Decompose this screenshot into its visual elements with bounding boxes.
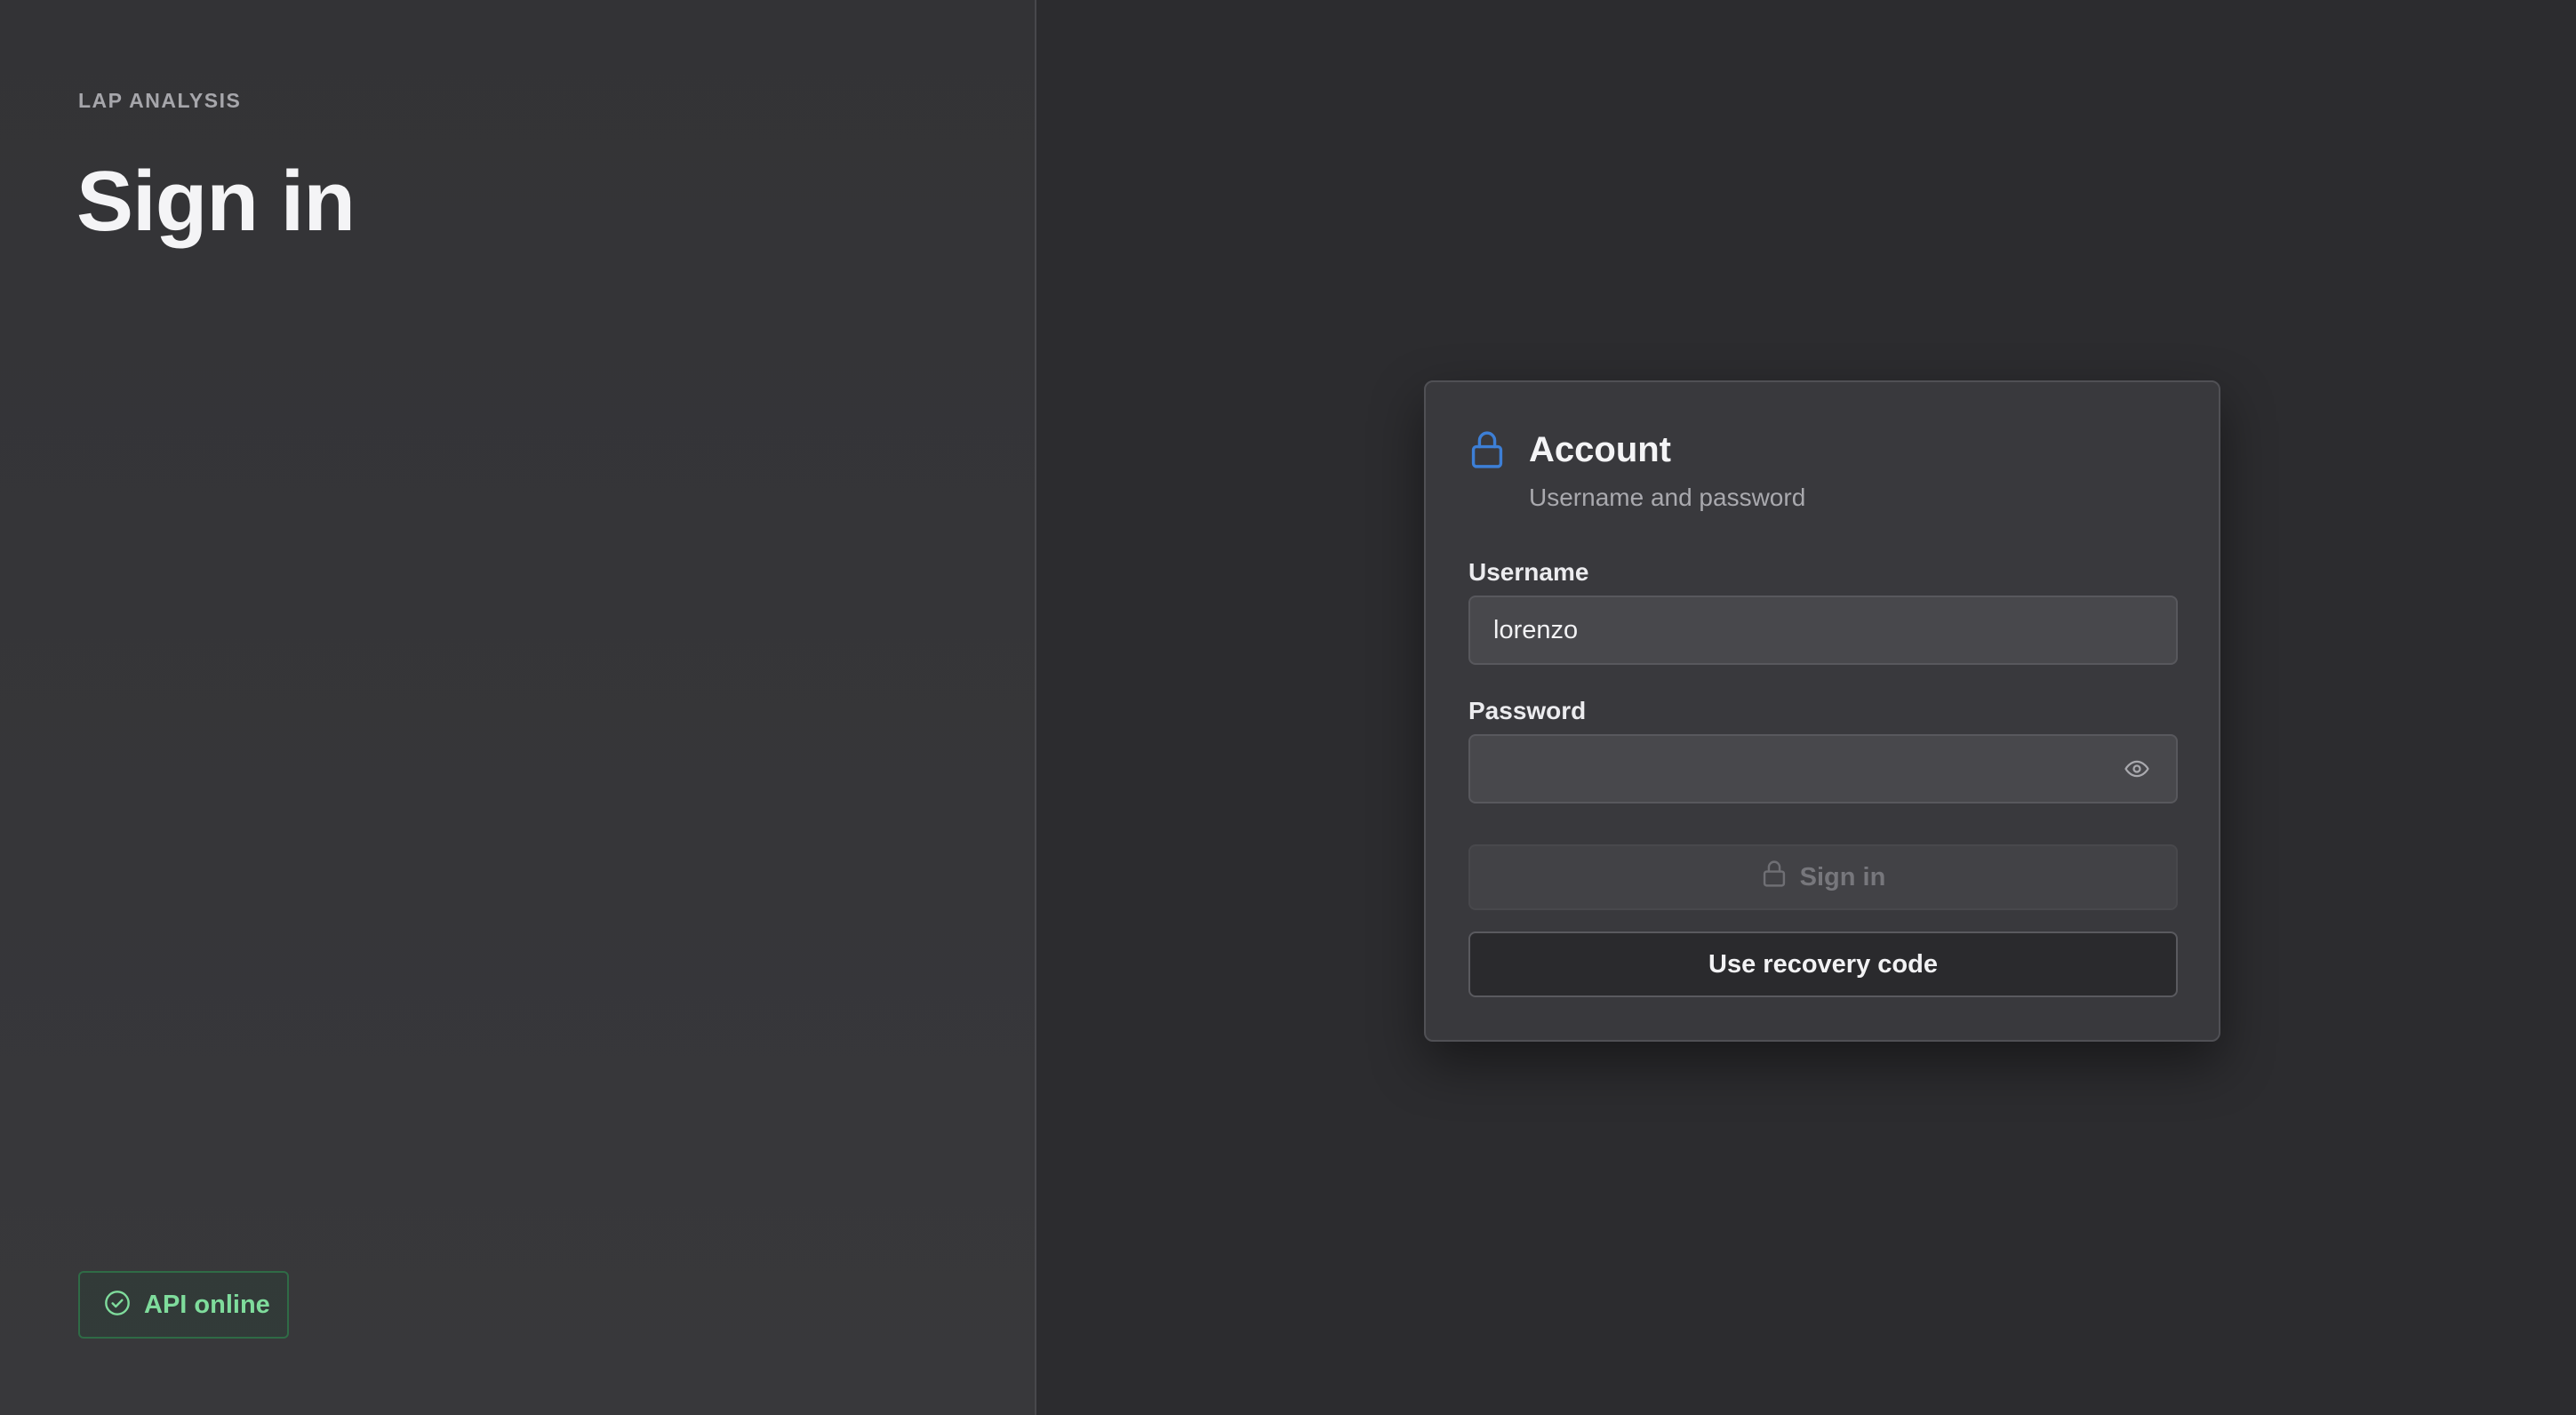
left-panel: LAP ANALYSIS Sign in API online [0, 0, 1036, 1415]
sign-in-button[interactable]: Sign in [1468, 844, 2178, 910]
card-title: Account [1529, 430, 1671, 469]
password-label: Password [1468, 697, 1587, 724]
lock-icon [1761, 859, 1788, 896]
recovery-button-label: Use recovery code [1708, 949, 1938, 979]
use-recovery-code-button[interactable]: Use recovery code [1468, 931, 2178, 997]
lock-icon [1468, 428, 1506, 476]
account-card: Account Username and password Username P… [1424, 380, 2220, 1042]
api-status-badge: API online [78, 1271, 289, 1339]
card-heading-group: Account Username and password [1529, 428, 1805, 512]
app-name-label: LAP ANALYSIS [78, 89, 242, 112]
sign-in-button-label: Sign in [1799, 862, 1886, 891]
api-status-label: API online [144, 1290, 270, 1319]
card-subtitle: Username and password [1529, 484, 1806, 511]
eye-icon[interactable] [2121, 753, 2153, 785]
card-header: Account Username and password [1468, 428, 1805, 512]
username-label: Username [1468, 558, 1589, 586]
right-panel: Account Username and password Username P… [1036, 0, 2576, 1415]
username-field[interactable] [1493, 615, 2153, 645]
check-circle-icon [103, 1289, 132, 1322]
page-title: Sign in [76, 154, 356, 249]
app-root: LAP ANALYSIS Sign in API online Account … [0, 0, 2576, 1415]
username-field-container [1468, 596, 2178, 665]
password-field-container [1468, 734, 2178, 803]
password-field[interactable] [1493, 754, 2121, 784]
